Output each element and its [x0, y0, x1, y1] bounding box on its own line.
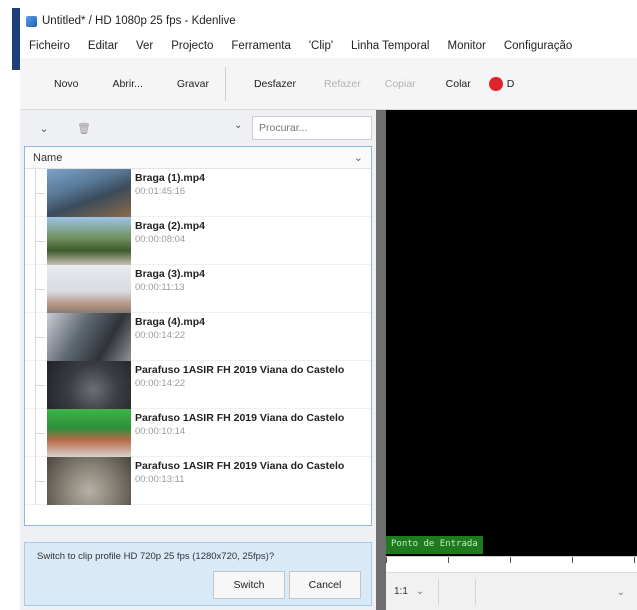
clip-thumbnail: [47, 409, 131, 457]
monitor-ruler[interactable]: [386, 556, 637, 572]
chevron-down-icon[interactable]: ⌄: [416, 586, 424, 597]
panel-splitter[interactable]: [376, 110, 386, 610]
toolbar-separator: [224, 66, 226, 101]
ruler-tick: [510, 557, 511, 563]
project-bin: ⌄ 🗑 ⌄ Name ⌄ Braga (1).mp4 00:01:45:16: [20, 110, 376, 610]
clip-name: Braga (1).mp4: [135, 172, 206, 184]
filter-chevron-icon[interactable]: ⌄: [234, 120, 242, 131]
cancel-button[interactable]: Cancel: [289, 571, 361, 599]
monitor-toolbar: 1:1 ⌄ ⌄: [386, 572, 637, 610]
clip-name: Braga (2).mp4: [135, 220, 206, 232]
bin-toolbar: ⌄ 🗑 ⌄: [24, 114, 372, 142]
zoom-select[interactable]: 1:1: [394, 586, 408, 597]
tree-branch: [35, 193, 45, 194]
clip-item[interactable]: Parafuso 1ASIR FH 2019 Viana do Castelo 0…: [25, 457, 371, 505]
menu-monitor[interactable]: Monitor: [438, 40, 494, 52]
kdenlive-window: Untitled* / HD 1080p 25 fps - Kdenlive F…: [20, 8, 637, 610]
clip-duration: 00:00:08:04: [135, 234, 186, 245]
column-header-name[interactable]: Name: [33, 152, 62, 164]
clip-item[interactable]: Braga (1).mp4 00:01:45:16: [25, 169, 371, 217]
ruler-tick: [572, 557, 573, 563]
clip-duration: 00:00:10:14: [135, 426, 186, 437]
clip-thumbnail: [47, 361, 131, 409]
search-input[interactable]: [252, 116, 372, 140]
clip-item[interactable]: Parafuso 1ASIR FH 2019 Viana do Castelo 0…: [25, 361, 371, 409]
clip-item[interactable]: Braga (2).mp4 00:00:08:04: [25, 217, 371, 265]
clip-thumbnail: [47, 457, 131, 505]
menu-configuracao[interactable]: Configuração: [495, 40, 581, 52]
screen: Untitled* / HD 1080p 25 fps - Kdenlive F…: [0, 0, 637, 610]
clip-tree: Name ⌄ Braga (1).mp4 00:01:45:16 Braga (2…: [24, 146, 372, 526]
title-bar: Untitled* / HD 1080p 25 fps - Kdenlive: [20, 8, 637, 34]
tree-branch: [35, 241, 45, 242]
menu-bar: Ficheiro Editar Ver Projecto Ferramenta …: [20, 34, 637, 58]
copy-button[interactable]: Copiar: [373, 78, 428, 90]
clip-name: Parafuso 1ASIR FH 2019 Viana do Castelo: [135, 364, 345, 376]
ruler-tick: [386, 557, 387, 563]
in-point-label: Ponto de Entrada: [386, 536, 483, 554]
toolbar-separator: [475, 578, 477, 605]
tree-branch: [35, 289, 45, 290]
clip-monitor-view[interactable]: [386, 110, 637, 556]
ruler-tick: [448, 557, 449, 563]
desktop-edge: [0, 0, 20, 610]
tree-branch: [35, 433, 45, 434]
undo-button[interactable]: Desfazer: [242, 78, 308, 90]
menu-linha-temporal[interactable]: Linha Temporal: [342, 40, 438, 52]
menu-editar[interactable]: Editar: [79, 40, 127, 52]
tree-header[interactable]: Name ⌄: [25, 147, 371, 169]
clip-item[interactable]: Parafuso 1ASIR FH 2019 Viana do Castelo 0…: [25, 409, 371, 457]
tree-branch: [35, 481, 45, 482]
clip-duration: 00:00:14:22: [135, 330, 186, 341]
paste-button[interactable]: Colar: [434, 78, 483, 90]
switch-button[interactable]: Switch: [213, 571, 285, 599]
clip-thumbnail: [47, 217, 131, 265]
clip-name: Parafuso 1ASIR FH 2019 Viana do Castelo: [135, 412, 345, 424]
clip-duration: 00:00:14:22: [135, 378, 186, 389]
chevron-down-icon[interactable]: ⌄: [354, 151, 363, 164]
window-title: Untitled* / HD 1080p 25 fps - Kdenlive: [42, 15, 236, 27]
tree-branch: [35, 337, 45, 338]
clip-name: Parafuso 1ASIR FH 2019 Viana do Castelo: [135, 460, 345, 472]
menu-clip[interactable]: 'Clip': [300, 40, 342, 52]
chevron-down-icon[interactable]: ⌄: [24, 122, 64, 135]
notification-message: Switch to clip profile HD 720p 25 fps (1…: [37, 551, 275, 562]
new-button[interactable]: Novo: [42, 78, 91, 90]
toolbar-separator: [438, 578, 440, 605]
main-toolbar: Novo Abrir... Gravar Desfazer Refazer Co…: [20, 58, 637, 110]
trash-icon[interactable]: 🗑: [64, 122, 104, 135]
clip-duration: 00:01:45:16: [135, 186, 186, 197]
profile-notification: Switch to clip profile HD 720p 25 fps (1…: [24, 542, 372, 606]
clip-item[interactable]: Braga (4).mp4 00:00:14:22: [25, 313, 371, 361]
record-label: D: [506, 77, 515, 90]
clip-name: Braga (3).mp4: [135, 268, 206, 280]
tree-branch: [35, 385, 45, 386]
clip-item[interactable]: Braga (3).mp4 00:00:11:13: [25, 265, 371, 313]
clip-duration: 00:00:11:13: [135, 282, 185, 293]
clip-thumbnail: [47, 169, 131, 217]
kdenlive-app-icon: [26, 15, 37, 27]
menu-ver[interactable]: Ver: [127, 40, 162, 52]
open-button[interactable]: Abrir...: [101, 78, 155, 90]
redo-button[interactable]: Refazer: [312, 78, 373, 90]
menu-ferramenta[interactable]: Ferramenta: [222, 40, 299, 52]
chevron-down-icon[interactable]: ⌄: [617, 587, 625, 598]
clip-name: Braga (4).mp4: [135, 316, 206, 328]
clip-thumbnail: [47, 313, 131, 361]
ruler-tick: [634, 557, 635, 563]
menu-projecto[interactable]: Projecto: [162, 40, 222, 52]
menu-ficheiro[interactable]: Ficheiro: [20, 40, 79, 52]
desktop-strip: [12, 8, 20, 70]
save-button[interactable]: Gravar: [165, 78, 221, 90]
clip-thumbnail: [47, 265, 131, 313]
record-icon[interactable]: [488, 76, 503, 91]
clip-duration: 00:00:13:11: [135, 474, 185, 485]
